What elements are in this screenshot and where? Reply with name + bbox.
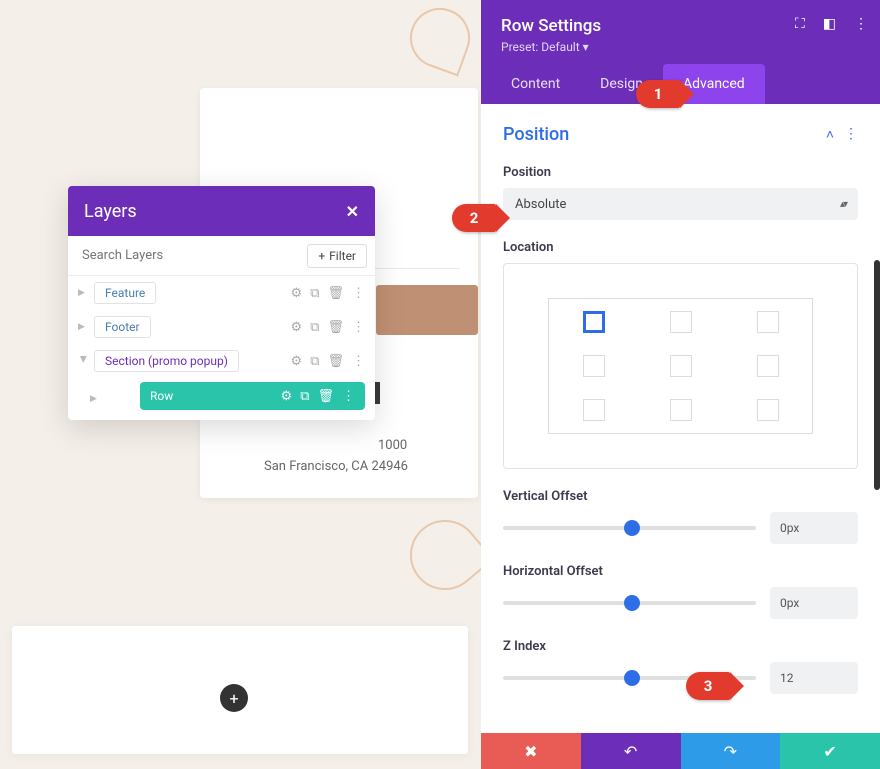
location-cell-bl[interactable] (583, 399, 605, 421)
duplicate-icon[interactable]: ⧉ (310, 286, 319, 301)
layer-tools: ⚙ ⧉ 🗑 ⋮ (281, 389, 355, 404)
location-cell-br[interactable] (757, 399, 779, 421)
more-icon[interactable]: ⋮ (352, 286, 365, 301)
section-header[interactable]: Position ˄ ⋮ (503, 124, 858, 145)
zindex-input[interactable]: 12 (770, 662, 858, 694)
location-cell-mc[interactable] (670, 355, 692, 377)
confirm-button[interactable]: ✔ (780, 733, 880, 769)
decor-leaf-icon (396, 506, 495, 605)
layer-row[interactable]: ▶ Section (promo popup) ⚙ ⧉ 🗑 ⋮ (68, 344, 375, 378)
preset-dropdown[interactable]: Preset: Default ▾ (501, 40, 860, 54)
layer-chip-feature[interactable]: Feature (94, 282, 156, 304)
location-grid (548, 298, 813, 434)
gear-icon[interactable]: ⚙ (291, 286, 303, 301)
hoffset-label: Horizontal Offset (503, 564, 858, 579)
layer-chip-row[interactable]: Row ⚙ ⧉ 🗑 ⋮ (140, 382, 365, 410)
row-label: Row (150, 389, 173, 403)
location-cell-ml[interactable] (583, 355, 605, 377)
callout-2: 2 (452, 204, 496, 232)
columns-icon[interactable]: ◧ (823, 16, 836, 32)
panel-header: Row Settings Preset: Default ▾ ⛶ ◧ ⋮ (481, 0, 880, 64)
location-cell-tr[interactable] (757, 311, 779, 333)
preset-label: Preset: Default (501, 40, 580, 54)
position-label: Position (503, 165, 858, 180)
chevron-up-icon[interactable]: ˄ (826, 126, 834, 143)
expand-icon[interactable]: ⛶ (795, 16, 805, 32)
gear-icon[interactable]: ⚙ (291, 320, 303, 335)
search-input[interactable] (68, 248, 307, 263)
section-title: Position (503, 124, 569, 145)
trash-icon[interactable]: 🗑 (317, 389, 334, 404)
location-cell-tl[interactable] (583, 311, 605, 333)
hoffset-input[interactable]: 0px (770, 587, 858, 619)
gear-icon[interactable]: ⚙ (281, 389, 293, 404)
chevron-right-icon[interactable]: ▶ (78, 322, 88, 332)
duplicate-icon[interactable]: ⧉ (300, 389, 309, 404)
hoffset-row: 0px (503, 587, 858, 619)
location-box (503, 263, 858, 469)
cancel-button[interactable]: ✖ (481, 733, 581, 769)
layers-search-row: + Filter (68, 236, 375, 276)
location-label: Location (503, 240, 858, 255)
location-cell-bc[interactable] (670, 399, 692, 421)
position-section: Position ˄ ⋮ Position Absolute ▴▾ Locati… (481, 104, 880, 704)
layer-row[interactable]: ▶ Footer ⚙ ⧉ 🗑 ⋮ (68, 310, 375, 344)
redo-button[interactable]: ↷ (681, 733, 781, 769)
trash-icon[interactable]: 🗑 (327, 320, 344, 335)
more-icon[interactable]: ⋮ (844, 126, 858, 143)
layer-chip-footer[interactable]: Footer (94, 316, 151, 338)
select-caret-icon: ▴▾ (840, 199, 846, 210)
callout-1: 1 (636, 80, 680, 108)
layer-tools: ⚙ ⧉ 🗑 ⋮ (291, 320, 365, 335)
location-cell-mr[interactable] (757, 355, 779, 377)
decor-leaf-icon (402, 0, 479, 76)
chevron-right-icon[interactable]: ▶ (78, 288, 88, 298)
layers-title: Layers (84, 201, 137, 222)
chevron-down-icon[interactable]: ▶ (78, 356, 88, 366)
more-icon[interactable]: ⋮ (352, 354, 365, 369)
settings-panel: Row Settings Preset: Default ▾ ⛶ ◧ ⋮ Con… (481, 0, 880, 769)
duplicate-icon[interactable]: ⧉ (310, 320, 319, 335)
panel-header-icons: ⛶ ◧ ⋮ (795, 16, 868, 32)
zindex-label: Z Index (503, 639, 858, 654)
more-icon[interactable]: ⋮ (342, 389, 355, 404)
gear-icon[interactable]: ⚙ (291, 354, 303, 369)
addr-line2: San Francisco, CA 24946 (264, 459, 408, 474)
duplicate-icon[interactable]: ⧉ (310, 354, 319, 369)
brown-block (376, 285, 478, 335)
layers-header: Layers ✕ (68, 186, 375, 236)
panel-actions: ✖ ↶ ↷ ✔ (481, 733, 880, 769)
layer-tools: ⚙ ⧉ 🗑 ⋮ (291, 286, 365, 301)
undo-button[interactable]: ↶ (581, 733, 681, 769)
zindex-row: 12 (503, 662, 858, 694)
callout-3: 3 (686, 672, 730, 700)
voffset-input[interactable]: 0px (770, 512, 858, 544)
plus-icon: + (318, 249, 325, 263)
location-cell-tc[interactable] (670, 311, 692, 333)
addr-line1: 1000 (378, 438, 407, 453)
close-icon[interactable]: ✕ (346, 202, 359, 221)
chevron-right-icon[interactable]: ▶ (90, 394, 100, 404)
filter-button[interactable]: + Filter (307, 244, 367, 268)
scrollbar[interactable] (874, 260, 880, 490)
trash-icon[interactable]: 🗑 (327, 354, 344, 369)
filter-label: Filter (329, 249, 356, 263)
layer-chip-section[interactable]: Section (promo popup) (94, 350, 239, 372)
position-value: Absolute (515, 197, 566, 212)
trash-icon[interactable]: 🗑 (327, 286, 344, 301)
hoffset-slider[interactable] (503, 601, 756, 605)
voffset-row: 0px (503, 512, 858, 544)
layer-row[interactable]: ▶ Feature ⚙ ⧉ 🗑 ⋮ (68, 276, 375, 310)
voffset-slider[interactable] (503, 526, 756, 530)
layer-tools: ⚙ ⧉ 🗑 ⋮ (291, 354, 365, 369)
chevron-down-icon: ▾ (583, 40, 589, 54)
more-icon[interactable]: ⋮ (352, 320, 365, 335)
layers-panel: Layers ✕ + Filter ▶ Feature ⚙ ⧉ 🗑 ⋮ ▶ Foo… (68, 186, 375, 420)
position-select[interactable]: Absolute ▴▾ (503, 188, 858, 220)
voffset-label: Vertical Offset (503, 489, 858, 504)
add-section-button[interactable]: + (220, 684, 248, 712)
more-icon[interactable]: ⋮ (854, 16, 868, 32)
tab-content[interactable]: Content (491, 64, 580, 104)
